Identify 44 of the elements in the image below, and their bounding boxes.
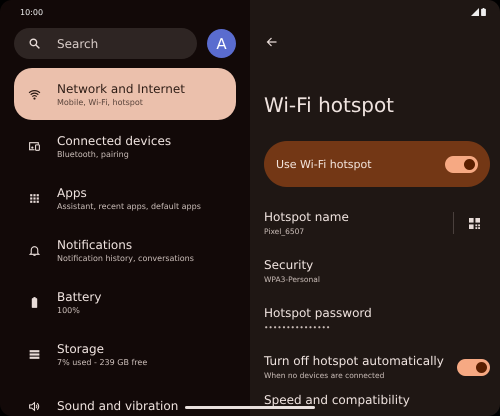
sidebar-item[interactable]: Apps Assistant, recent apps, default apps <box>14 172 236 224</box>
toggle-switch[interactable] <box>445 156 478 172</box>
item-subtitle: Notification history, conversations <box>57 254 194 262</box>
account-avatar[interactable]: A <box>207 29 236 58</box>
sidebar-item[interactable]: Network and Internet Mobile, Wi-Fi, hotspot <box>14 68 236 120</box>
item-title: Storage <box>57 342 105 356</box>
back-arrow-icon[interactable] <box>266 36 278 48</box>
toggle-switch[interactable] <box>457 358 490 376</box>
item-title: Network and Internet <box>57 82 185 96</box>
battery-icon <box>481 8 486 16</box>
item-title: Battery <box>57 290 102 304</box>
sidebar-item[interactable]: Notifications Notification history, conversations <box>14 224 236 276</box>
grid-icon <box>28 192 41 204</box>
speaker-icon <box>28 400 41 412</box>
setting-title: Speed and compatibility <box>264 393 411 407</box>
search-icon <box>28 37 41 50</box>
sidebar-item[interactable]: Connected devices Bluetooth, pairing <box>14 120 236 172</box>
item-subtitle: 100% <box>57 306 81 314</box>
item-subtitle: Bluetooth, pairing <box>57 150 130 158</box>
wifi-icon <box>28 88 41 100</box>
sidebar-item[interactable]: Sound and vibration <box>14 380 236 416</box>
item-title: Notifications <box>57 238 134 252</box>
setting-title: Hotspot password <box>264 306 373 320</box>
main-switch-card[interactable]: Use Wi-Fi hotspot <box>264 141 490 187</box>
item-title: Apps <box>57 186 88 200</box>
page-title: Wi-Fi hotspot <box>263 92 396 119</box>
setting-title: Security <box>264 258 314 272</box>
status-time: 10:00 <box>20 8 44 16</box>
qr-code-icon[interactable] <box>469 218 480 228</box>
item-subtitle: Mobile, Wi-Fi, hotspot <box>57 98 144 106</box>
switch-label: Use Wi-Fi hotspot <box>276 158 372 170</box>
item-title: Sound and vibration <box>57 399 178 413</box>
storage-icon <box>28 348 41 360</box>
bell-icon <box>28 244 41 256</box>
search-field[interactable]: Search <box>14 28 197 59</box>
setting-title: Turn off hotspot automatically <box>264 354 445 368</box>
item-subtitle: Assistant, recent apps, default apps <box>57 202 201 210</box>
sidebar-item[interactable]: Battery 100% <box>14 276 236 328</box>
setting-title: Hotspot name <box>264 210 350 224</box>
item-title: Connected devices <box>57 134 172 148</box>
signal-icon <box>471 8 479 16</box>
sidebar-item[interactable]: Storage 7% used - 239 GB free <box>14 328 236 380</box>
item-subtitle: 7% used - 239 GB free <box>57 358 148 366</box>
devices-icon <box>28 140 41 152</box>
